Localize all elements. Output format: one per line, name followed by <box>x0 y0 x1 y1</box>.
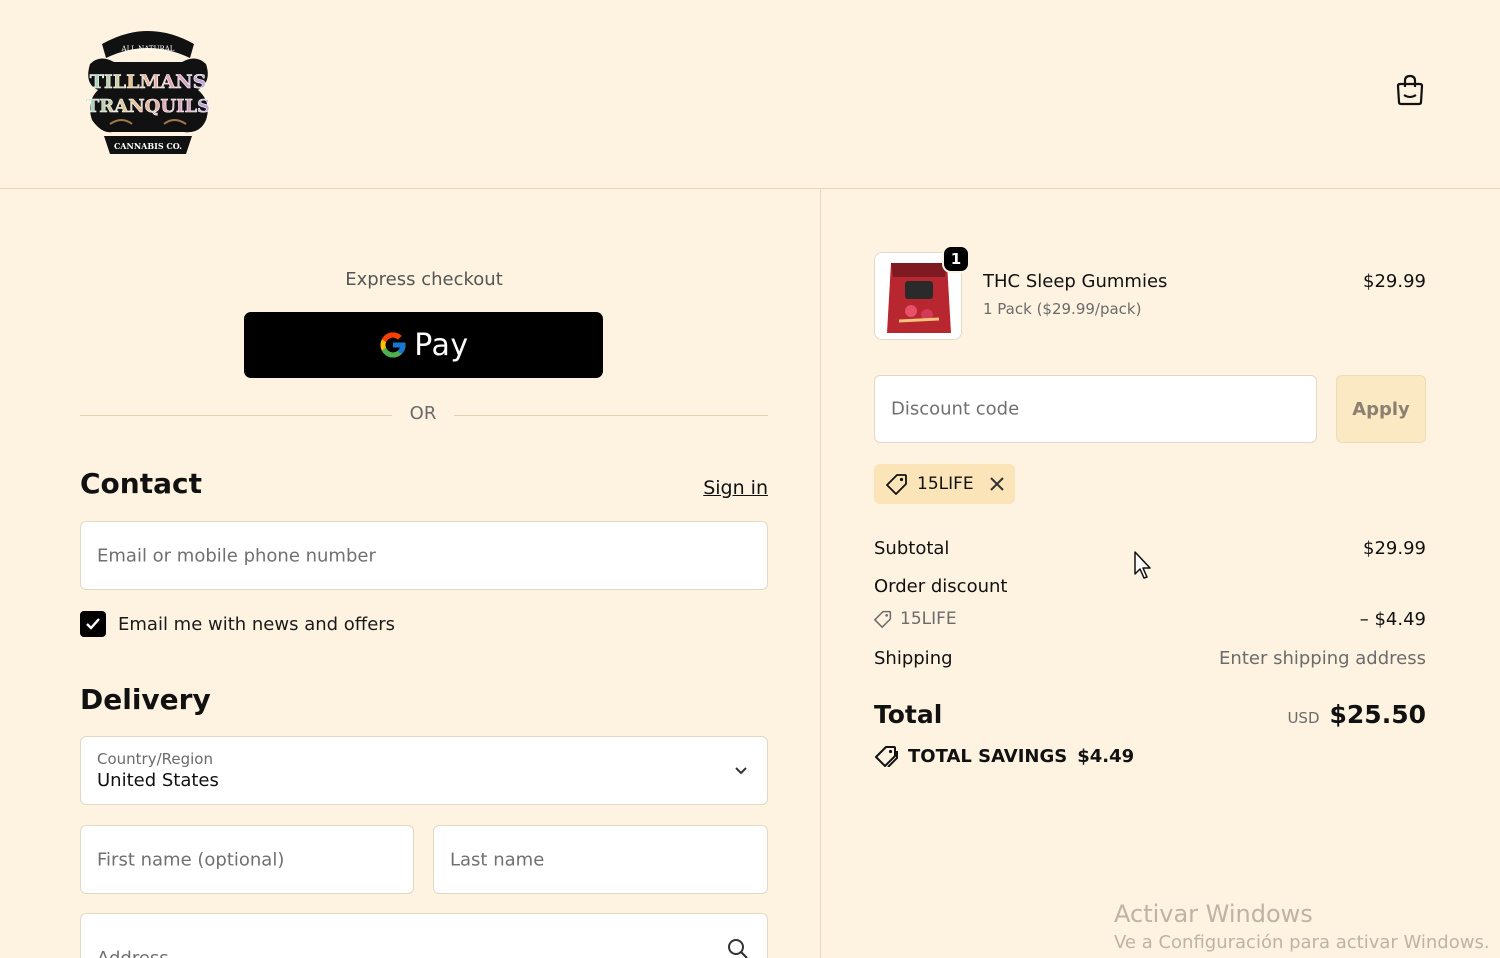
apply-button[interactable]: Apply <box>1336 375 1426 443</box>
separator-line <box>454 415 768 416</box>
shipping-label: Shipping <box>874 648 953 669</box>
discount-code-row: 15LIFE <box>874 609 957 629</box>
contact-title: Contact <box>80 467 202 500</box>
applied-discount-code: 15LIFE <box>917 474 974 494</box>
last-name-placeholder: Last name <box>450 849 545 870</box>
applied-discount-chip: 15LIFE <box>874 464 1015 504</box>
newsletter-checkbox[interactable] <box>80 611 106 637</box>
chevron-down-icon <box>735 767 747 775</box>
discount-code-field[interactable]: Discount code <box>874 375 1317 443</box>
watermark-subtitle: Ve a Configuración para activar Windows. <box>1114 932 1490 953</box>
remove-discount-button[interactable] <box>989 476 1005 492</box>
delivery-title: Delivery <box>80 683 211 716</box>
svg-text:TILLMANS: TILLMANS <box>90 71 207 93</box>
savings-label: TOTAL SAVINGS <box>908 745 1068 767</box>
order-summary: 1 THC Sleep Gummies 1 Pack ($29.99/pack)… <box>821 189 1500 958</box>
watermark-title: Activar Windows <box>1114 900 1313 928</box>
shopping-bag-icon <box>1396 74 1424 106</box>
discount-code-placeholder: Discount code <box>891 398 1020 420</box>
country-value: United States <box>97 770 219 791</box>
search-icon <box>728 939 748 958</box>
total-amount: USD $25.50 <box>1287 700 1426 729</box>
email-placeholder: Email or mobile phone number <box>97 545 376 566</box>
svg-text:TRANQUILS: TRANQUILS <box>86 96 210 117</box>
separator-line <box>80 415 392 416</box>
mouse-pointer-icon <box>1134 551 1151 579</box>
subtotal-value: $29.99 <box>1363 538 1426 559</box>
svg-text:CANNABIS CO.: CANNABIS CO. <box>114 141 182 151</box>
product-price: $29.99 <box>1363 271 1426 292</box>
or-separator: OR <box>80 403 768 429</box>
tags-icon <box>875 746 898 767</box>
discount-value: – $4.49 <box>1359 609 1426 630</box>
discount-code-label: 15LIFE <box>900 609 957 629</box>
product-variant: 1 Pack ($29.99/pack) <box>983 300 1142 318</box>
store-logo[interactable]: ALL NATURAL TILLMANS TRANQUILS CANNABIS … <box>82 24 214 158</box>
or-label: OR <box>409 403 437 424</box>
order-discount-label: Order discount <box>874 576 1008 597</box>
google-g-icon <box>380 332 406 358</box>
first-name-field[interactable]: First name (optional) <box>80 825 414 894</box>
total-label: Total <box>874 700 943 729</box>
svg-text:ALL NATURAL: ALL NATURAL <box>121 45 175 53</box>
windows-activation-watermark: Activar Windows Ve a Configuración para … <box>1114 900 1490 953</box>
tag-icon <box>886 474 907 495</box>
newsletter-label: Email me with news and offers <box>118 613 396 635</box>
google-pay-label: Pay <box>414 327 469 363</box>
tag-icon <box>874 610 892 628</box>
first-name-placeholder: First name (optional) <box>97 849 285 870</box>
total-savings: TOTAL SAVINGS $4.49 <box>874 745 1134 767</box>
header: ALL NATURAL TILLMANS TRANQUILS CANNABIS … <box>0 0 1500 189</box>
close-icon <box>989 477 1004 491</box>
savings-value: $4.49 <box>1077 745 1135 767</box>
subtotal-label: Subtotal <box>874 538 950 559</box>
last-name-field[interactable]: Last name <box>433 825 768 894</box>
country-select[interactable]: Country/Region United States <box>80 736 768 805</box>
newsletter-checkbox-row[interactable]: Email me with news and offers <box>80 611 395 637</box>
shipping-value: Enter shipping address <box>1219 648 1426 669</box>
email-field[interactable]: Email or mobile phone number <box>80 521 768 590</box>
country-label: Country/Region <box>97 750 213 768</box>
product-name: THC Sleep Gummies <box>983 271 1168 292</box>
checkout-form: Express checkout Pay OR Contact Sign in … <box>0 189 820 958</box>
total-value: $25.50 <box>1329 700 1426 729</box>
checkmark-icon <box>86 618 100 630</box>
cart-button[interactable] <box>1394 73 1426 107</box>
address-field[interactable]: Address <box>80 913 768 958</box>
total-currency: USD <box>1287 709 1320 727</box>
google-pay-button[interactable]: Pay <box>244 312 603 378</box>
quantity-badge: 1 <box>942 245 970 273</box>
address-placeholder: Address <box>97 948 169 958</box>
express-checkout-label: Express checkout <box>345 269 503 290</box>
sign-in-link[interactable]: Sign in <box>703 477 768 499</box>
